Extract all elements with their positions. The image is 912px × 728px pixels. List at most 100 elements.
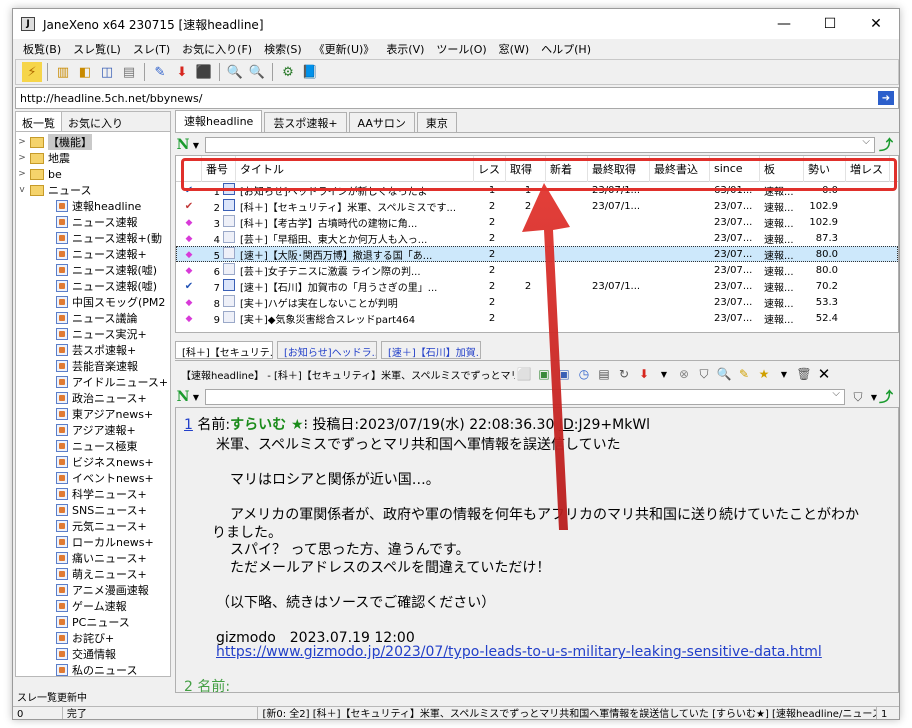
tree-folder[interactable]: > be xyxy=(16,166,170,182)
tree-folder[interactable]: v ニュース xyxy=(16,182,170,198)
maximize-button[interactable]: ☐ xyxy=(807,9,853,39)
eraser-icon[interactable]: ⬜ xyxy=(515,365,533,383)
down-arrow-icon[interactable]: ⬇ xyxy=(172,62,192,82)
close-icon[interactable]: ✕ xyxy=(815,365,833,383)
table-row[interactable]: ◆ 8 [実＋]ハゲは実在しないことが判明 2 23/07... 速報... 53.3 xyxy=(176,294,898,310)
sidebar-item-board[interactable]: アイドルニュース+ xyxy=(16,374,170,390)
sidebar-item-board[interactable]: ローカルnews+ xyxy=(16,534,170,550)
sidebar-item-board[interactable]: 芸能音楽速報 xyxy=(16,358,170,374)
sidebar-item-board[interactable]: 萌えニュース+ xyxy=(16,566,170,582)
filter-icon[interactable]: ⛉ xyxy=(695,365,713,383)
sidebar-item-board[interactable]: ニュース速報+ xyxy=(16,246,170,262)
sidebar-item-board[interactable]: ニュース実況+ xyxy=(16,326,170,342)
refresh-arrow-icon[interactable]: ⤴ xyxy=(879,387,895,407)
menu-window[interactable]: 窓(W) xyxy=(493,41,535,57)
close-button[interactable]: ✕ xyxy=(853,9,899,39)
tab-favorites[interactable]: お気に入り xyxy=(62,112,129,131)
sidebar-item-board[interactable]: 私のニュース xyxy=(16,662,170,676)
search-board-icon[interactable]: 🔍 xyxy=(225,62,245,82)
pencil-icon[interactable]: ✎ xyxy=(150,62,170,82)
stop-icon[interactable]: ⊗ xyxy=(675,365,693,383)
refresh-icon[interactable]: ↻ xyxy=(615,365,633,383)
table-row[interactable]: ◆ 6 [芸＋]女子テニスに激震 ライン際の判... 2 23/07... 速報... 8… xyxy=(176,262,898,278)
filter-n-icon[interactable]: N xyxy=(175,389,191,405)
post-number[interactable]: 1 xyxy=(184,417,193,433)
refresh-arrow-icon[interactable]: ⤴ xyxy=(879,135,895,155)
board-tab[interactable]: 速報headline xyxy=(175,110,263,132)
menu-tools[interactable]: ツール(O) xyxy=(430,41,492,57)
tree-horizontal-scrollbar[interactable] xyxy=(15,677,171,687)
lightning-icon[interactable]: ⚡ xyxy=(22,62,42,82)
menu-board-list[interactable]: 板覧(B) xyxy=(17,41,67,57)
tab-board-list[interactable]: 板一覧 xyxy=(16,112,62,131)
chevron-down-icon[interactable]: ▼ xyxy=(191,141,201,150)
layout-list-icon[interactable]: ▤ xyxy=(119,62,139,82)
menu-favorites[interactable]: お気に入り(F) xyxy=(176,41,258,57)
filter-n-icon[interactable]: N xyxy=(175,137,191,153)
table-row[interactable]: ✔ 7 [速＋]【石川】加賀市の「月うさぎの里」... 2 2 23/07/1... 23… xyxy=(176,278,898,294)
menu-help[interactable]: ヘルプ(H) xyxy=(535,41,597,57)
sidebar-item-board[interactable]: 速報headline xyxy=(16,198,170,214)
url-input[interactable]: http://headline.5ch.net/bbynews/ xyxy=(16,92,878,105)
sidebar-item-board[interactable]: お詫び+ xyxy=(16,630,170,646)
post-id-label[interactable]: ID xyxy=(559,417,574,433)
sidebar-item-board[interactable]: アジア速報+ xyxy=(16,422,170,438)
thread-filter-input[interactable] xyxy=(205,136,875,153)
sidebar-item-board[interactable]: ニュース極東 xyxy=(16,438,170,454)
book-icon[interactable]: 📘 xyxy=(300,62,320,82)
tree-folder[interactable]: > 地震 xyxy=(16,150,170,166)
menu-search[interactable]: 検索(S) xyxy=(258,41,308,57)
sidebar-item-board[interactable]: 政治ニュース+ xyxy=(16,390,170,406)
table-row[interactable]: ◆ 9 [実＋]◆気象災害総合スレッドpart464 2 23/07... 速報... 5… xyxy=(176,310,898,326)
sidebar-item-board[interactable]: イベントnews+ xyxy=(16,470,170,486)
sidebar-item-board[interactable]: 痛いニュース+ xyxy=(16,550,170,566)
sidebar-item-board[interactable]: 芸スポ速報+ xyxy=(16,342,170,358)
layout-grid-icon[interactable]: ◫ xyxy=(97,62,117,82)
table-row[interactable]: ◆ 4 [芸＋]「早稲田、東大とか何万人も入っ... 2 23/07... 速報... 8… xyxy=(176,230,898,246)
down-arrow-icon[interactable]: ⬇ xyxy=(635,365,653,383)
sidebar-item-board[interactable]: ニュース速報(嘘) xyxy=(16,262,170,278)
post-filter-input[interactable] xyxy=(205,388,845,405)
bookmark-icon[interactable]: ⬛ xyxy=(194,62,214,82)
sidebar-item-board[interactable]: ニュース速報(嘘) xyxy=(16,278,170,294)
menu-update[interactable]: 《更新(U)》 xyxy=(308,41,381,57)
sidebar-item-board[interactable]: ゲーム速報 xyxy=(16,598,170,614)
sidebar-item-board[interactable]: 東アジアnews+ xyxy=(16,406,170,422)
chevron-down-icon[interactable]: ▼ xyxy=(775,365,793,383)
tree-folder[interactable]: > 【機能】 xyxy=(16,134,170,150)
thread-tab[interactable]: [お知らせ]ヘッドラ... xyxy=(277,340,377,359)
sidebar-item-board[interactable]: ビジネスnews+ xyxy=(16,454,170,470)
folder-star-icon[interactable]: ★ xyxy=(755,365,773,383)
sidebar-item-board[interactable]: ニュース速報 xyxy=(16,214,170,230)
menu-thread-list[interactable]: スレ覧(L) xyxy=(67,41,127,57)
search-thread-icon[interactable]: 🔍 xyxy=(247,62,267,82)
sidebar-item-board[interactable]: アニメ漫画速報 xyxy=(16,582,170,598)
layout-columns-icon[interactable]: ▥ xyxy=(53,62,73,82)
go-arrow-icon[interactable]: ➜ xyxy=(878,91,894,105)
table-row[interactable]: ◆ 3 [科＋]【考古学】古墳時代の建物に角... 2 23/07... 速報... 10… xyxy=(176,214,898,230)
image-icon[interactable]: ▣ xyxy=(535,365,553,383)
chevron-down-icon[interactable]: ▼ xyxy=(869,393,879,402)
chevron-down-icon[interactable]: ▼ xyxy=(655,365,673,383)
sidebar-item-board[interactable]: 科学ニュース+ xyxy=(16,486,170,502)
filter-icon[interactable]: ⛉ xyxy=(849,388,867,406)
picture-icon[interactable]: ▣ xyxy=(555,365,573,383)
document-icon[interactable]: ▤ xyxy=(595,365,613,383)
settings-icon[interactable]: ⚙ xyxy=(278,62,298,82)
board-tab[interactable]: AAサロン xyxy=(348,112,415,132)
sidebar-item-board[interactable]: SNSニュース+ xyxy=(16,502,170,518)
table-row[interactable]: ◆ 5 [速＋]【大阪･関西万博】撤退する国「あ... 2 23/07... 速報...… xyxy=(176,246,898,262)
thread-tab[interactable]: [速＋]【石川】加賀... xyxy=(381,340,481,359)
layout-split-icon[interactable]: ◧ xyxy=(75,62,95,82)
pencil-icon[interactable]: ✎ xyxy=(735,365,753,383)
sidebar-item-board[interactable]: PCニュース xyxy=(16,614,170,630)
sidebar-item-board[interactable]: 中国スモッグ(PM2 xyxy=(16,294,170,310)
table-row[interactable]: ✔ 2 [科＋]【セキュリティ】米軍、スペルミスです... 2 2 23/07/1...… xyxy=(176,198,898,214)
chevron-down-icon[interactable]: ▼ xyxy=(191,393,201,402)
search-icon[interactable]: 🔍 xyxy=(715,365,733,383)
thread-tab[interactable]: [科＋]【セキュリテ... xyxy=(175,340,273,359)
minimize-button[interactable]: — xyxy=(761,9,807,39)
trash-icon[interactable]: 🗑 xyxy=(795,365,813,383)
sidebar-item-board[interactable]: 元気ニュース+ xyxy=(16,518,170,534)
board-tab[interactable]: 芸スポ速報+ xyxy=(264,112,347,132)
